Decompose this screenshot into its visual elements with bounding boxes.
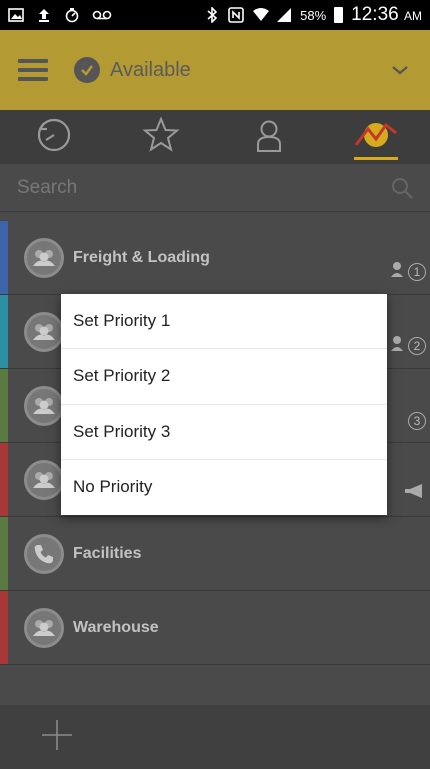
clock-ampm: AM xyxy=(404,9,422,23)
priority-color-stripe xyxy=(0,443,8,516)
clock: 12:36 AM xyxy=(351,4,422,26)
group-name: Freight & Loading xyxy=(73,248,210,266)
priority-badge: 1 xyxy=(408,262,426,281)
stopwatch-notification-icon xyxy=(64,7,80,23)
row-status: 2 xyxy=(390,335,426,356)
search-icon[interactable] xyxy=(391,177,413,199)
nfc-icon xyxy=(228,7,244,23)
add-icon[interactable] xyxy=(40,718,74,757)
group-activity-icon xyxy=(352,115,400,160)
priority-color-stripe xyxy=(0,369,8,442)
group-avatar-icon xyxy=(24,237,64,278)
group-name: Facilities xyxy=(73,544,142,562)
menu-item-set-priority-2[interactable]: Set Priority 2 xyxy=(61,349,387,405)
battery-icon xyxy=(334,7,344,23)
tab-contacts[interactable] xyxy=(215,110,323,164)
signal-icon xyxy=(276,7,292,23)
priority-badge: 3 xyxy=(408,412,426,430)
person-icon xyxy=(390,335,404,356)
search-bar xyxy=(0,164,430,212)
app-bar: Available xyxy=(0,30,430,110)
phone-avatar-icon xyxy=(24,533,64,574)
priority-badge: 2 xyxy=(408,336,426,355)
megaphone-icon xyxy=(404,483,426,504)
row-status: 1 xyxy=(390,261,426,282)
search-input[interactable] xyxy=(17,176,391,199)
menu-item-set-priority-3[interactable]: Set Priority 3 xyxy=(61,405,387,460)
group-avatar-icon xyxy=(24,607,64,648)
group-avatar-icon xyxy=(24,385,64,426)
chevron-down-icon[interactable] xyxy=(388,58,412,82)
battery-percent: 58% xyxy=(300,7,327,23)
upload-notification-icon xyxy=(36,7,52,23)
priority-color-stripe xyxy=(0,517,8,590)
priority-color-stripe xyxy=(0,221,8,294)
group-avatar-icon xyxy=(24,459,64,500)
tab-recent[interactable] xyxy=(0,110,108,164)
list-item[interactable]: Facilities xyxy=(0,517,430,591)
row-status: 3 xyxy=(408,412,426,430)
voicemail-notification-icon xyxy=(92,7,112,23)
row-status xyxy=(404,483,426,504)
presence-status[interactable]: Available xyxy=(110,59,191,82)
menu-item-no-priority[interactable]: No Priority xyxy=(61,460,387,515)
tab-groups[interactable] xyxy=(323,110,430,164)
wifi-icon xyxy=(252,7,270,23)
group-avatar-icon xyxy=(24,311,64,352)
image-notification-icon xyxy=(8,7,24,23)
priority-popup-menu: Set Priority 1 Set Priority 2 Set Priori… xyxy=(61,294,387,515)
person-icon xyxy=(249,115,289,160)
list-item[interactable]: Warehouse xyxy=(0,591,430,665)
status-bar: 58% 12:36 AM xyxy=(0,0,430,30)
tab-bar xyxy=(0,110,430,164)
check-circle-icon xyxy=(74,57,100,83)
bluetooth-icon xyxy=(204,6,220,24)
list-item[interactable]: Freight & Loading 1 xyxy=(0,221,430,295)
group-name: Warehouse xyxy=(73,618,159,636)
priority-color-stripe xyxy=(0,591,8,664)
menu-item-set-priority-1[interactable]: Set Priority 1 xyxy=(61,294,387,350)
person-icon xyxy=(390,261,404,282)
clock-time: 12:36 xyxy=(351,4,399,25)
tab-favorites[interactable] xyxy=(108,110,216,164)
history-icon xyxy=(34,115,74,160)
menu-icon[interactable] xyxy=(18,59,48,81)
bottom-bar xyxy=(0,705,430,769)
star-icon xyxy=(141,115,181,160)
priority-color-stripe xyxy=(0,295,8,368)
